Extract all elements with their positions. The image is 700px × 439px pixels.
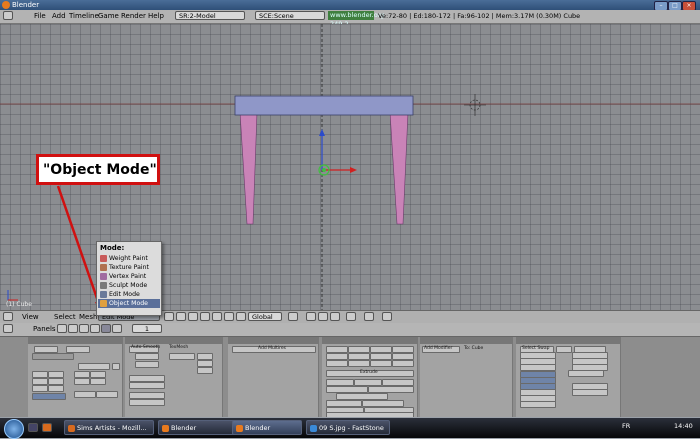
table-leg-left bbox=[239, 111, 258, 225]
window-title: Blender bbox=[12, 1, 40, 9]
mode-texture-paint[interactable]: Texture Paint bbox=[98, 263, 160, 272]
script-icon[interactable] bbox=[68, 324, 78, 333]
frame-field[interactable]: 1 bbox=[132, 324, 162, 333]
menu-mesh[interactable]: Mesh bbox=[79, 313, 97, 321]
annotation-text: "Object Mode" bbox=[43, 162, 157, 178]
menu-file[interactable]: File bbox=[34, 12, 46, 20]
vertex-paint-icon bbox=[100, 273, 107, 280]
mode-sculpt[interactable]: Sculpt Mode bbox=[98, 281, 160, 290]
view-type-icon[interactable] bbox=[3, 312, 13, 321]
windows-taskbar: Sims Artists - Mozill... Blender Blender… bbox=[0, 418, 700, 439]
menu-add[interactable]: Add bbox=[52, 12, 66, 20]
panel-mesh-tools: Extrude bbox=[322, 337, 418, 417]
draw-type-icon[interactable] bbox=[164, 312, 174, 321]
add-modifier-button[interactable]: Add Modifier bbox=[424, 346, 452, 351]
taskbar-item[interactable]: 09 S.jpg - FastStone bbox=[306, 420, 390, 435]
pivot-icon[interactable] bbox=[188, 312, 198, 321]
occlude-icon[interactable] bbox=[346, 312, 356, 321]
start-button[interactable] bbox=[4, 419, 24, 439]
firefox-icon bbox=[68, 425, 75, 432]
texture-paint-icon bbox=[100, 264, 107, 271]
quick-launch-icon[interactable] bbox=[42, 423, 52, 432]
show-desktop-icon[interactable] bbox=[28, 423, 38, 432]
table-top bbox=[234, 95, 414, 116]
menu-view[interactable]: View bbox=[22, 313, 39, 321]
render-icon[interactable] bbox=[382, 312, 392, 321]
scene-panel-icon[interactable] bbox=[112, 324, 122, 333]
menu-game[interactable]: Game bbox=[98, 12, 119, 20]
mode-popup-menu: Mode: Weight Paint Texture Paint Vertex … bbox=[96, 241, 162, 316]
select-swap-button[interactable]: Select Swap bbox=[522, 346, 549, 351]
gizmo-z-arrow bbox=[319, 129, 325, 136]
to-cube-label: To: Cube bbox=[464, 346, 484, 351]
blender-icon bbox=[236, 425, 243, 432]
object-panel-icon[interactable] bbox=[90, 324, 100, 333]
panel-modifiers: Add Modifier To: Cube bbox=[420, 337, 513, 417]
weight-paint-icon bbox=[100, 255, 107, 262]
menu-render[interactable]: Render bbox=[121, 12, 146, 20]
blender-icon bbox=[162, 425, 169, 432]
window-type-icon[interactable] bbox=[3, 11, 13, 20]
logic-icon[interactable] bbox=[57, 324, 67, 333]
buttons-type-icon[interactable] bbox=[3, 324, 13, 333]
texmesh-label: TexMesh bbox=[169, 345, 189, 350]
language-indicator[interactable]: FR bbox=[622, 422, 630, 430]
autosmooth-label: Auto Smooth bbox=[131, 345, 161, 350]
window-title-bar: Blender – □ × bbox=[0, 0, 700, 11]
extrude-button[interactable]: Extrude bbox=[360, 370, 378, 375]
clock[interactable]: 14:40 bbox=[674, 422, 693, 430]
pivot-center-icon[interactable] bbox=[200, 312, 210, 321]
menu-timeline[interactable]: Timeline bbox=[69, 12, 99, 20]
editing-panel-icon[interactable] bbox=[101, 324, 111, 333]
translate-icon[interactable] bbox=[224, 312, 234, 321]
object-mode-icon bbox=[100, 300, 107, 307]
table-leg-right bbox=[389, 111, 409, 225]
vertex-select-icon[interactable] bbox=[306, 312, 316, 321]
screen-selector[interactable]: SR:2-Model bbox=[175, 11, 245, 20]
face-select-icon[interactable] bbox=[330, 312, 340, 321]
mode-menu-title: Mode: bbox=[100, 244, 125, 252]
orientation-selector[interactable]: Global bbox=[248, 312, 282, 321]
buttons-panels: Auto Smooth TexMesh Add Multires Extrude… bbox=[0, 337, 700, 417]
taskbar-item[interactable]: Blender bbox=[232, 420, 302, 435]
panels-label[interactable]: Panels bbox=[33, 325, 56, 333]
sculpt-icon bbox=[100, 282, 107, 289]
mode-vertex-paint[interactable]: Vertex Paint bbox=[98, 272, 160, 281]
menu-select[interactable]: Select bbox=[54, 313, 76, 321]
rotate-icon[interactable] bbox=[236, 312, 246, 321]
scene-stats: Ve:72-80 | Ed:180-172 | Fa:96-102 | Mem:… bbox=[378, 12, 581, 20]
faststone-icon bbox=[310, 425, 317, 432]
edge-select-icon[interactable] bbox=[318, 312, 328, 321]
manipulator-icon[interactable] bbox=[212, 312, 222, 321]
object-name-label: (1) Cube bbox=[6, 301, 32, 308]
menu-help[interactable]: Help bbox=[148, 12, 164, 20]
add-multires-button[interactable]: Add Multires bbox=[258, 346, 286, 351]
mode-edit[interactable]: Edit Mode bbox=[98, 290, 160, 299]
shading-icon[interactable] bbox=[176, 312, 186, 321]
mode-object[interactable]: Object Mode bbox=[98, 299, 160, 308]
panel-mesh-tools-more: Select Swap bbox=[516, 337, 621, 417]
panel-mesh: Auto Smooth TexMesh bbox=[125, 337, 223, 417]
panel-link-materials bbox=[28, 337, 123, 417]
buttons-window-header: Panels 1 bbox=[0, 323, 700, 337]
blender-icon bbox=[2, 1, 10, 9]
panel-multires: Add Multires bbox=[228, 337, 319, 417]
mode-weight-paint[interactable]: Weight Paint bbox=[98, 254, 160, 263]
gizmo-x-arrow bbox=[350, 167, 357, 173]
shading-panel-icon[interactable] bbox=[79, 324, 89, 333]
annotation-callout: "Object Mode" bbox=[36, 154, 160, 185]
main-header: File Add Timeline Game Render Help SR:2-… bbox=[0, 10, 700, 28]
layer-icon[interactable] bbox=[288, 312, 298, 321]
proportional-icon[interactable] bbox=[364, 312, 374, 321]
edit-mode-icon bbox=[100, 291, 107, 298]
annotation-arrow bbox=[56, 185, 102, 308]
taskbar-item[interactable]: Sims Artists - Mozill... bbox=[64, 420, 154, 435]
website-label[interactable]: www.blender.org 249.2 bbox=[328, 11, 384, 28]
scene-selector[interactable]: SCE:Scene bbox=[255, 11, 325, 20]
